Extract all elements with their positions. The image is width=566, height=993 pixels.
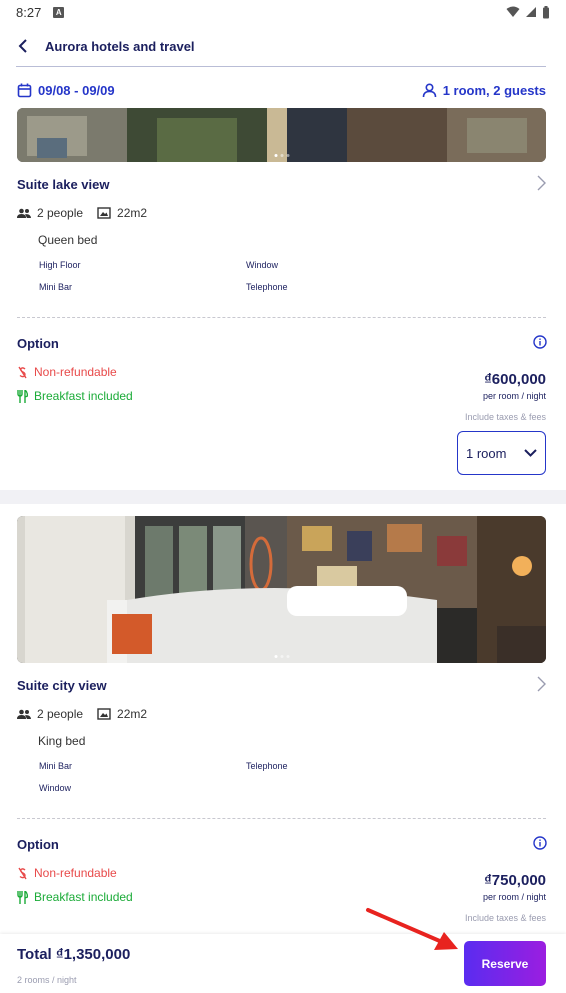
amenity-item: High Floor: [39, 260, 81, 270]
area-text: 22m2: [117, 206, 148, 220]
breakfast-policy: Breakfast included: [17, 389, 133, 403]
carousel-indicator: [274, 154, 289, 157]
people-icon: [17, 208, 31, 218]
divider: [17, 818, 546, 819]
amenity-item: Mini Bar: [39, 761, 73, 771]
price: ₫750,000: [484, 872, 546, 889]
reserve-button[interactable]: Reserve: [464, 941, 546, 986]
section-separator: [0, 490, 566, 504]
price-unit: per room / night: [482, 391, 546, 401]
option-title: Option: [17, 837, 59, 852]
price-unit: per room / night: [482, 892, 546, 902]
header-divider: [16, 66, 546, 67]
notification-icon: A: [53, 6, 65, 18]
info-icon[interactable]: [533, 836, 547, 850]
bed-type: Queen bed: [38, 233, 98, 247]
price: ₫600,000: [484, 371, 546, 388]
cutlery-icon: [17, 890, 28, 904]
status-bar: 8:27 A: [0, 0, 566, 24]
room-quantity-select[interactable]: 1 room: [457, 431, 546, 475]
chevron-right-icon[interactable]: [537, 175, 546, 191]
back-arrow-icon[interactable]: [17, 39, 29, 53]
refund-policy: Non-refundable: [17, 866, 117, 880]
cutlery-icon: [17, 389, 28, 403]
room-name[interactable]: Suite lake view: [17, 177, 110, 192]
breakfast-text: Breakfast included: [34, 890, 133, 904]
room-area-icon: [97, 708, 111, 720]
divider: [17, 317, 546, 318]
room-card: Suite lake view 2 people 22m2 Queen bed …: [0, 108, 566, 488]
calendar-icon: [17, 83, 32, 97]
people-icon: [17, 709, 31, 719]
option-title: Option: [17, 336, 59, 351]
chevron-right-icon[interactable]: [537, 676, 546, 692]
carousel-indicator: [274, 655, 289, 658]
signal-icon: [526, 7, 536, 17]
breakfast-text: Breakfast included: [34, 389, 133, 403]
room-meta: 2 people 22m2: [17, 707, 161, 721]
breakfast-policy: Breakfast included: [17, 890, 133, 904]
room-quantity-value: 1 room: [466, 445, 507, 461]
no-refund-icon: [18, 867, 27, 879]
page-title: Aurora hotels and travel: [45, 38, 195, 54]
bed-type: King bed: [38, 734, 86, 748]
total-price: Total ₫1,350,000: [17, 946, 131, 963]
refund-policy: Non-refundable: [17, 365, 117, 379]
room-photo: [17, 516, 546, 663]
wifi-icon: [506, 6, 520, 17]
battery-icon: [543, 5, 549, 18]
amenity-item: Mini Bar: [39, 282, 73, 292]
room-photo-carousel[interactable]: [17, 516, 546, 663]
taxes-note: Include taxes & fees: [464, 913, 546, 923]
booking-footer: Total ₫1,350,000 2 rooms / night Reserve: [0, 934, 566, 993]
taxes-note: Include taxes & fees: [464, 412, 546, 422]
date-range-selector[interactable]: 09/08 - 09/09: [17, 83, 115, 98]
area-text: 22m2: [117, 707, 148, 721]
annotation-arrow-icon: [366, 908, 458, 950]
room-meta: 2 people 22m2: [17, 206, 161, 220]
no-refund-icon: [18, 366, 27, 378]
guest-summary-text: 1 room, 2 guests: [442, 82, 546, 98]
room-area-icon: [97, 207, 111, 219]
search-summary-bar: 09/08 - 09/09 1 room, 2 guests: [0, 74, 566, 106]
capacity-text: 2 people: [37, 707, 84, 721]
total-subtitle: 2 rooms / night: [17, 975, 77, 985]
amenity-item: Telephone: [246, 761, 288, 771]
chevron-down-icon: [524, 449, 537, 457]
refund-text: Non-refundable: [34, 365, 117, 379]
info-icon[interactable]: [533, 335, 547, 349]
amenity-item: Telephone: [246, 282, 288, 292]
capacity-text: 2 people: [37, 206, 84, 220]
room-name[interactable]: Suite city view: [17, 678, 107, 693]
room-photo-carousel[interactable]: [17, 108, 546, 162]
amenity-item: Window: [39, 783, 72, 793]
amenity-item: Window: [246, 260, 279, 270]
guest-selector[interactable]: 1 room, 2 guests: [422, 83, 546, 98]
app-header: Aurora hotels and travel: [0, 24, 566, 68]
status-time: 8:27: [16, 4, 42, 20]
person-icon: [422, 82, 436, 97]
room-card: Suite city view 2 people 22m2 King bed M…: [0, 504, 566, 934]
refund-text: Non-refundable: [34, 866, 117, 880]
room-list[interactable]: Suite lake view 2 people 22m2 Queen bed …: [0, 108, 566, 934]
date-range-text: 09/08 - 09/09: [38, 82, 115, 98]
